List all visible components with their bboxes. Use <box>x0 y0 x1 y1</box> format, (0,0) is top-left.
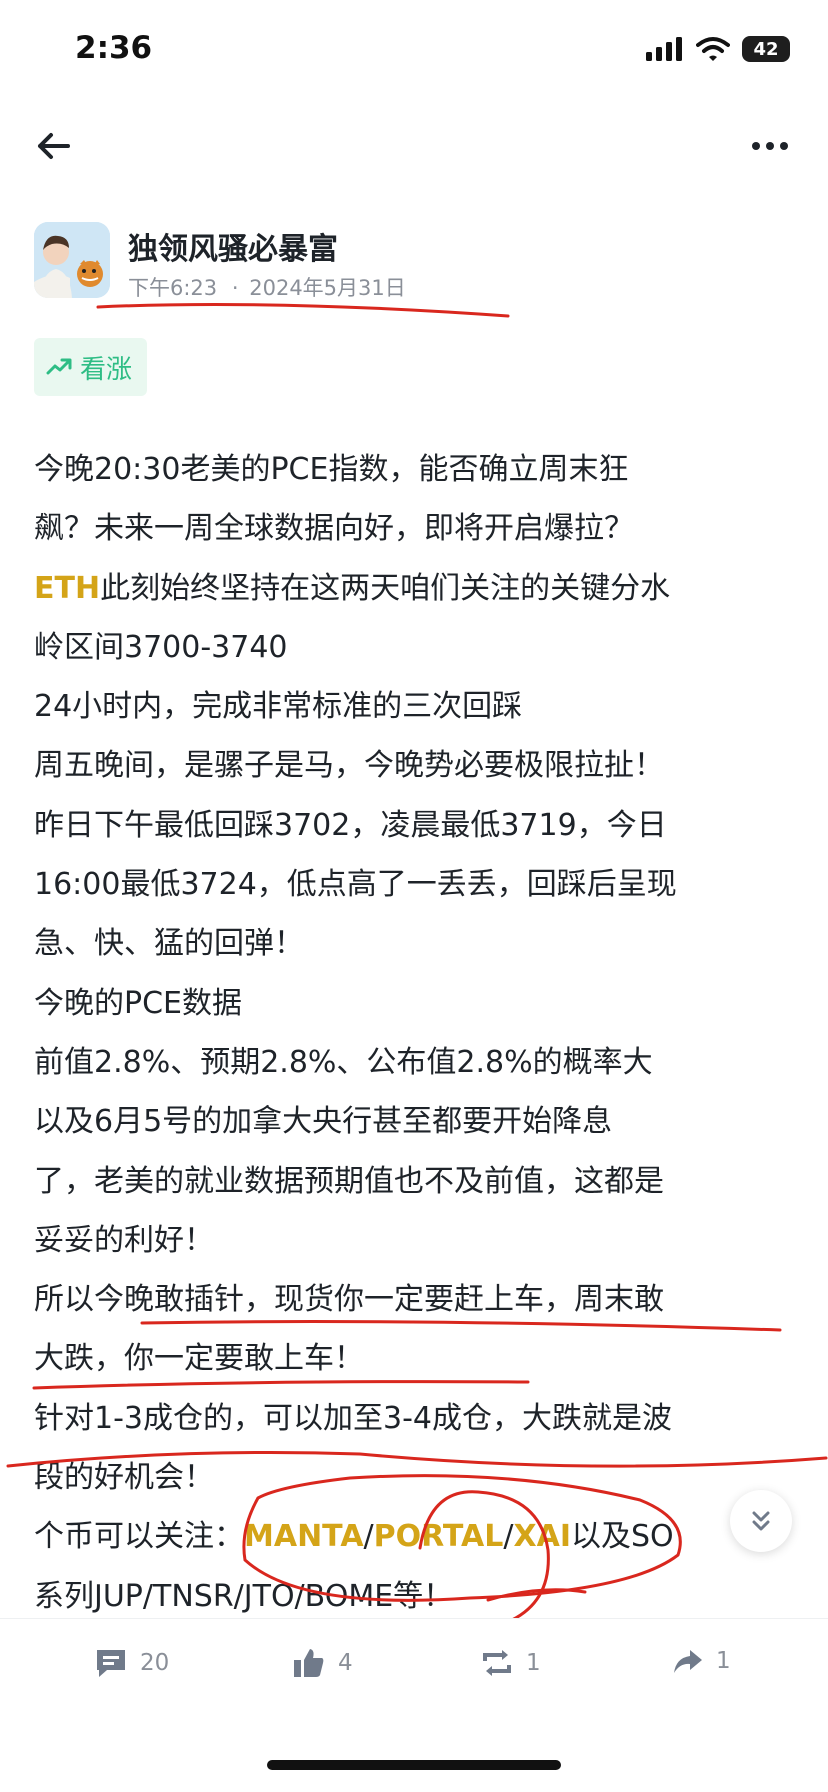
like-action[interactable]: 4 <box>292 1647 353 1679</box>
repost-icon <box>483 1650 511 1676</box>
wifi-icon <box>696 37 730 61</box>
post-text: 系列JUP/TNSR/JTO/BOME等！ <box>34 1578 454 1614</box>
post-text: / <box>363 1519 374 1555</box>
post-timestamp: 下午6:23 · 2024年5月31日 <box>128 272 406 302</box>
post-line: 妥妥的利好！ <box>34 1211 794 1270</box>
post-text: 段的好机会！ <box>34 1460 214 1496</box>
post-line: 飙？未来一周全球数据向好，即将开启爆拉？ <box>34 499 794 558</box>
comment-count: 20 <box>140 1650 170 1676</box>
cellular-signal-icon <box>646 37 682 61</box>
post-text: 急、快、猛的回弹！ <box>34 926 304 962</box>
post-text: / <box>503 1519 514 1555</box>
post-text: 个币可以关注： <box>34 1519 244 1555</box>
post-text: 以及6月5号的加拿大央行甚至都要开始降息 <box>34 1104 613 1140</box>
back-arrow-icon[interactable] <box>34 126 74 166</box>
post-text: 此刻始终坚持在这两天咱们关注的关键分水 <box>100 570 671 606</box>
like-count: 4 <box>338 1650 353 1676</box>
sentiment-tag: 看涨 <box>34 338 148 396</box>
post-text: 24小时内，完成非常标准的三次回踩 <box>34 689 523 725</box>
thumbs-up-icon <box>294 1649 324 1677</box>
post-line: 16:00最低3724，低点高了一丢丢，回踩后呈现 <box>34 855 794 914</box>
post-line: ETH此刻始终坚持在这两天咱们关注的关键分水 <box>34 559 794 618</box>
post-line: 前值2.8%、预期2.8%、公布值2.8%的概率大 <box>34 1033 794 1092</box>
post-line: 针对1-3成仓的，可以加至3-4成仓，大跌就是波 <box>34 1389 794 1448</box>
repost-action[interactable]: 1 <box>480 1647 541 1679</box>
post-line: 24小时内，完成非常标准的三次回踩 <box>34 677 794 736</box>
post-text: 飙？未来一周全球数据向好，即将开启爆拉？ <box>34 511 634 547</box>
post-line: 周五晚间，是骡子是马，今晚势必要极限拉扯！ <box>34 736 794 795</box>
home-indicator <box>267 1760 561 1770</box>
post-line: 以及6月5号的加拿大央行甚至都要开始降息 <box>34 1092 794 1151</box>
post-body: 今晚20:30老美的PCE指数，能否确立周末狂 飙？未来一周全球数据向好，即将开启… <box>34 440 794 1626</box>
post-line: 段的好机会！ <box>34 1448 794 1507</box>
avatar-illustration <box>34 222 110 298</box>
post-text: 16:00最低3724，低点高了一丢丢，回踩后呈现 <box>34 867 677 903</box>
post-date: 2024年5月31日 <box>249 276 406 300</box>
post-line: 急、快、猛的回弹！ <box>34 914 794 973</box>
post-text: 周五晚间，是骡子是马，今晚势必要极限拉扯！ <box>34 748 664 784</box>
post-line: 所以今晚敢插针，现货你一定要赶上车，周末敢 <box>34 1270 794 1329</box>
comment-icon <box>97 1650 125 1677</box>
trending-up-icon <box>46 358 72 375</box>
post-line: 昨日下午最低回踩3702，凌晨最低3719，今日 <box>34 796 794 855</box>
post-text: 岭区间3700-3740 <box>34 629 288 665</box>
post-line: 大跌，你一定要敢上车！ <box>34 1329 794 1388</box>
post-text: 昨日下午最低回踩3702，凌晨最低3719，今日 <box>34 807 667 843</box>
post-line: 岭区间3700-3740 <box>34 618 794 677</box>
post-line: 个币可以关注：MANTA/PORTAL/XAI以及SO <box>34 1507 794 1566</box>
coin-tag[interactable]: ETH <box>34 571 100 606</box>
post-text: 针对1-3成仓的，可以加至3-4成仓，大跌就是波 <box>34 1400 672 1436</box>
post-line: 了，老美的就业数据预期值也不及前值，这都是 <box>34 1152 794 1211</box>
battery-icon: 42 <box>742 36 790 62</box>
meta-separator: · <box>231 276 239 300</box>
share-action[interactable]: 1 <box>672 1647 731 1675</box>
coin-tag[interactable]: MANTA <box>244 1519 364 1554</box>
status-icons: 42 <box>646 36 790 62</box>
status-bar: 2:36 42 <box>0 0 828 100</box>
post-text: 今晚20:30老美的PCE指数，能否确立周末狂 <box>34 452 629 487</box>
post-text: 大跌，你一定要敢上车！ <box>34 1341 364 1377</box>
post-text: 所以今晚敢插针，现货你一定要赶上车，周末敢 <box>34 1282 664 1318</box>
author-name[interactable]: 独领风骚必暴富 <box>128 224 338 268</box>
post-text: 前值2.8%、预期2.8%、公布值2.8%的概率大 <box>34 1044 653 1080</box>
scroll-down-button[interactable] <box>730 1490 792 1552</box>
coin-tag[interactable]: PORTAL <box>374 1519 504 1554</box>
comment-action[interactable]: 20 <box>94 1647 169 1679</box>
top-nav <box>0 110 828 180</box>
author-avatar[interactable] <box>34 222 110 298</box>
post-line: 今晚20:30老美的PCE指数，能否确立周末狂 <box>34 440 794 499</box>
repost-count: 1 <box>526 1650 541 1676</box>
share-arrow-icon <box>674 1650 702 1673</box>
more-options-icon[interactable] <box>750 132 790 160</box>
author-header: 独领风骚必暴富 下午6:23 · 2024年5月31日 <box>34 222 794 302</box>
status-time: 2:36 <box>75 30 153 66</box>
post-text: 以及SO <box>570 1519 674 1555</box>
coin-tag[interactable]: XAI <box>513 1519 571 1554</box>
sentiment-label: 看涨 <box>80 354 133 385</box>
share-count: 1 <box>716 1648 731 1674</box>
double-chevron-down-icon <box>752 1511 770 1531</box>
post-text: 了，老美的就业数据预期值也不及前值，这都是 <box>34 1163 664 1199</box>
post-time: 下午6:23 <box>128 276 218 300</box>
post-action-bar: 20 4 1 1 <box>0 1618 828 1719</box>
post-line: 今晚的PCE数据 <box>34 974 794 1033</box>
post-text: 妥妥的利好！ <box>34 1222 214 1258</box>
post-text: 今晚的PCE数据 <box>34 985 242 1021</box>
underline-date <box>96 302 510 318</box>
